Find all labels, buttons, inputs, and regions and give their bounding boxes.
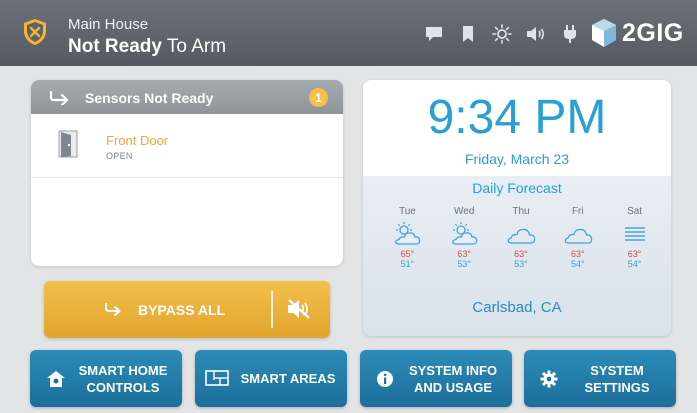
- forecast-day: Sat 63° 54°: [606, 206, 663, 269]
- mute-icon[interactable]: [286, 298, 312, 320]
- day-low-temp: 53°: [514, 259, 528, 269]
- home-icon: [47, 371, 65, 387]
- brightness-icon[interactable]: [485, 22, 519, 46]
- arm-status[interactable]: Not Ready To Arm: [68, 36, 226, 58]
- message-icon[interactable]: [417, 22, 451, 46]
- forecast-title: Daily Forecast: [472, 180, 562, 196]
- system-info-button[interactable]: SYSTEM INFO AND USAGE: [360, 350, 512, 407]
- brand-logo: 2GIG: [590, 16, 684, 50]
- brand-name: 2GIG: [622, 18, 684, 47]
- day-low-temp: 54°: [627, 259, 642, 269]
- smart-areas-label: SMART AREAS: [240, 371, 336, 386]
- alert-shield-icon[interactable]: [22, 18, 48, 46]
- bypass-divider: [271, 291, 273, 328]
- clock-date: Friday, March 23: [465, 151, 569, 167]
- partly-sunny-icon: [379, 220, 436, 248]
- smart-home-controls-label: SMART HOME CONTROLS: [78, 362, 168, 395]
- sensor-name: Front Door: [106, 133, 169, 148]
- partly-sunny-icon: [436, 220, 493, 248]
- day-high-temp: 63°: [457, 249, 471, 259]
- clock-weather-panel: 9:34 PM Friday, March 23 Daily Forecast …: [363, 80, 671, 336]
- smart-home-controls-button[interactable]: SMART HOME CONTROLS: [30, 350, 182, 407]
- forecast-day: Fri 63° 54°: [549, 206, 606, 269]
- day-name: Sat: [627, 206, 643, 217]
- day-name: Thu: [512, 206, 530, 217]
- day-high-temp: 65°: [400, 249, 415, 259]
- gear-icon: [540, 370, 558, 388]
- day-high-temp: 63°: [514, 249, 528, 259]
- bypass-all-button[interactable]: BYPASS ALL: [44, 281, 330, 338]
- day-low-temp: 51°: [400, 259, 415, 269]
- day-high-temp: 63°: [627, 249, 642, 259]
- cloud-icon: [493, 220, 550, 248]
- sensors-title: Sensors Not Ready: [85, 90, 214, 106]
- forecast-day: Wed 63° 53°: [436, 206, 493, 269]
- day-high-temp: 63°: [570, 249, 585, 259]
- forecast-day: Thu 63° 53°: [493, 206, 550, 269]
- sensors-header[interactable]: Sensors Not Ready 1: [31, 80, 343, 114]
- floorplan-icon: [205, 370, 229, 386]
- bypass-arrow-icon: [49, 90, 69, 105]
- weather-location: Carlsbad, CA: [472, 299, 562, 316]
- sensor-state: OPEN: [106, 151, 133, 161]
- status-header: Main House Not Ready To Arm 2GIG: [0, 0, 697, 66]
- daily-forecast[interactable]: Daily Forecast Tue 65° 51° Wed 63° 53° T…: [363, 176, 671, 336]
- door-open-icon: [58, 130, 78, 158]
- clock-time: 9:34 PM: [427, 91, 607, 144]
- day-low-temp: 54°: [570, 259, 585, 269]
- bypass-arrow-icon: [105, 303, 121, 316]
- system-settings-button[interactable]: SYSTEM SETTINGS: [524, 350, 676, 407]
- info-icon: [377, 371, 393, 387]
- plug-icon[interactable]: [553, 22, 587, 46]
- day-name: Fri: [571, 206, 584, 217]
- header-icon-bar: [417, 22, 587, 46]
- brand-cube-icon: [592, 19, 616, 47]
- arm-status-rest: To Arm: [161, 36, 227, 57]
- forecast-days: Tue 65° 51° Wed 63° 53° Thu 63° 53° Fri …: [379, 206, 663, 269]
- sensors-count-badge: 1: [309, 88, 328, 107]
- smart-areas-button[interactable]: SMART AREAS: [195, 350, 347, 407]
- list-item-sensor[interactable]: Front Door OPEN: [31, 114, 343, 178]
- forecast-day: Tue 65° 51°: [379, 206, 436, 269]
- system-info-label: SYSTEM INFO AND USAGE: [408, 362, 498, 395]
- system-settings-label: SYSTEM SETTINGS: [584, 362, 650, 395]
- volume-icon[interactable]: [519, 22, 553, 46]
- bookmark-icon[interactable]: [451, 22, 485, 46]
- cloud-icon: [549, 220, 606, 248]
- bypass-all-label: BYPASS ALL: [138, 302, 226, 318]
- fog-icon: [606, 220, 663, 248]
- day-name: Wed: [454, 206, 475, 217]
- arm-status-bold: Not Ready: [68, 36, 162, 57]
- location-name: Main House: [68, 16, 149, 33]
- day-name: Tue: [398, 206, 416, 217]
- day-low-temp: 53°: [457, 259, 471, 269]
- sensors-not-ready-panel: Sensors Not Ready 1 Front Door OPEN: [31, 80, 343, 266]
